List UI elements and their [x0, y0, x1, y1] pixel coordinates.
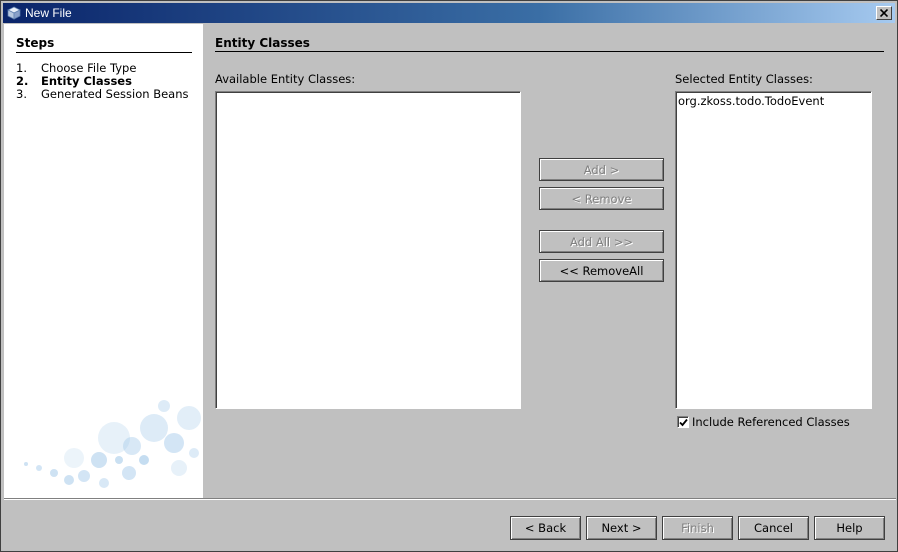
add-button[interactable]: Add > — [539, 158, 664, 181]
close-icon — [880, 9, 888, 17]
help-button[interactable]: Help — [814, 516, 885, 540]
steps-panel: Steps 1. Choose File Type 2. Entity Classe… — [4, 24, 203, 498]
decorative-bubbles-image — [24, 400, 201, 488]
remove-all-button[interactable]: << RemoveAll — [539, 259, 664, 282]
content-title: Entity Classes — [215, 36, 884, 52]
footer-separator — [4, 498, 896, 500]
back-button[interactable]: < Back — [510, 516, 581, 540]
next-button[interactable]: Next > — [586, 516, 657, 540]
step-label: Entity Classes — [41, 74, 132, 88]
step-number: 3. — [16, 87, 27, 101]
finish-button[interactable]: Finish — [662, 516, 733, 540]
file-cube-icon — [7, 6, 21, 20]
close-button[interactable] — [876, 6, 892, 20]
new-file-dialog: New File Steps 1. Choose File Type 2. Enti… — [0, 0, 898, 552]
steps-title: Steps — [16, 36, 192, 53]
available-entity-classes-list[interactable] — [215, 91, 521, 409]
add-all-button[interactable]: Add All >> — [539, 230, 664, 253]
step-generated-session-beans: 3. Generated Session Beans — [16, 88, 189, 101]
include-referenced-label[interactable]: Include Referenced Classes — [692, 415, 850, 429]
selected-entity-classes-list[interactable]: org.zkoss.todo.TodoEvent — [675, 91, 872, 409]
window-title: New File — [25, 6, 72, 20]
step-label: Choose File Type — [41, 61, 137, 75]
list-item[interactable]: org.zkoss.todo.TodoEvent — [676, 92, 871, 110]
available-entity-classes-label: Available Entity Classes: — [215, 72, 356, 86]
remove-button[interactable]: < Remove — [539, 187, 664, 210]
cancel-button[interactable]: Cancel — [738, 516, 809, 540]
include-referenced-checkbox[interactable] — [677, 416, 689, 428]
title-bar[interactable]: New File — [3, 3, 895, 23]
step-label: Generated Session Beans — [41, 87, 189, 101]
selected-entity-classes-label: Selected Entity Classes: — [675, 72, 813, 86]
checkmark-icon — [678, 418, 688, 426]
